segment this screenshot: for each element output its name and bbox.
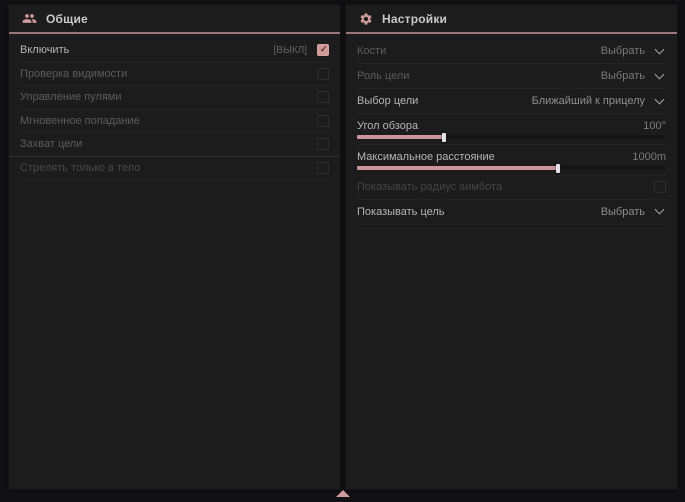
bones-value[interactable]: Выбрать: [601, 45, 645, 57]
target-select-value[interactable]: Ближайший к прицелу: [532, 95, 645, 107]
panel-general-header[interactable]: Общие: [9, 5, 340, 32]
row-instant-hit[interactable]: Мгновенное попадание: [20, 110, 329, 134]
panel-general-title: Общие: [46, 12, 88, 26]
settings-rows: Кости Выбрать Роль цели Выбрать Выбор це…: [346, 34, 677, 225]
row-body-label: Стрелять только в тело: [20, 162, 317, 174]
show-target-value[interactable]: Выбрать: [601, 206, 645, 218]
fov-label: Угол обзора: [357, 120, 643, 132]
bullet-checkbox[interactable]: [317, 91, 329, 103]
max-distance-slider-handle[interactable]: [556, 164, 560, 173]
row-fov-slider: Угол обзора 100°: [357, 114, 666, 145]
bones-label: Кости: [357, 45, 601, 57]
panel-settings-header[interactable]: Настройки: [346, 5, 677, 32]
row-target-select-dropdown[interactable]: Выбор цели Ближайший к прицелу: [357, 89, 666, 114]
target-select-label: Выбор цели: [357, 95, 532, 107]
fov-slider-fill: [357, 135, 444, 139]
lock-checkbox[interactable]: [317, 138, 329, 150]
max-distance-slider[interactable]: [357, 166, 666, 170]
keybind-tag[interactable]: [ВЫКЛ]: [274, 45, 307, 56]
chevron-down-icon: [655, 69, 665, 79]
chevron-down-icon: [655, 94, 665, 104]
row-max-distance-slider: Максимальное расстояние 1000m: [357, 145, 666, 176]
row-bullet-label: Управление пулями: [20, 91, 317, 103]
body-checkbox[interactable]: [317, 162, 329, 174]
general-rows: Включить [ВЫКЛ] Проверка видимости Управ…: [9, 34, 340, 180]
show-target-label: Показывать цель: [357, 206, 601, 218]
row-aimbot-radius[interactable]: Показывать радиус аимбота: [357, 176, 666, 200]
aimbot-radius-label: Показывать радиус аимбота: [357, 181, 654, 193]
row-target-role-dropdown[interactable]: Роль цели Выбрать: [357, 64, 666, 89]
scroll-up-indicator[interactable]: [336, 490, 350, 497]
row-enable-label: Включить: [20, 44, 274, 56]
row-lock-label: Захват цели: [20, 138, 317, 150]
mod-menu-overlay: Общие Включить [ВЫКЛ] Проверка видимости…: [0, 0, 685, 502]
max-distance-label: Максимальное расстояние: [357, 151, 632, 163]
row-visibility-check[interactable]: Проверка видимости: [20, 63, 329, 87]
fov-slider-handle[interactable]: [442, 133, 446, 142]
max-distance-slider-fill: [357, 166, 558, 170]
row-enable[interactable]: Включить [ВЫКЛ]: [20, 39, 329, 63]
row-instant-label: Мгновенное попадание: [20, 115, 317, 127]
row-bones-dropdown[interactable]: Кости Выбрать: [357, 39, 666, 64]
row-visibility-label: Проверка видимости: [20, 68, 317, 80]
row-target-lock[interactable]: Захват цели: [9, 133, 340, 157]
chevron-down-icon: [655, 44, 665, 54]
target-role-value[interactable]: Выбрать: [601, 70, 645, 82]
aimbot-radius-checkbox[interactable]: [654, 181, 666, 193]
target-role-label: Роль цели: [357, 70, 601, 82]
users-icon: [22, 11, 37, 26]
panel-settings: Настройки Кости Выбрать Роль цели Выбрат…: [345, 4, 678, 490]
panel-settings-title: Настройки: [382, 12, 447, 26]
panel-general: Общие Включить [ВЫКЛ] Проверка видимости…: [8, 4, 341, 490]
fov-slider[interactable]: [357, 135, 666, 139]
row-show-target-dropdown[interactable]: Показывать цель Выбрать: [357, 200, 666, 225]
instant-checkbox[interactable]: [317, 115, 329, 127]
max-distance-value: 1000m: [632, 151, 666, 163]
row-body-only[interactable]: Стрелять только в тело: [20, 157, 329, 181]
row-bullet-control[interactable]: Управление пулями: [20, 86, 329, 110]
gear-icon: [359, 12, 373, 26]
enable-checkbox[interactable]: [317, 44, 329, 56]
visibility-checkbox[interactable]: [317, 68, 329, 80]
fov-value: 100°: [643, 120, 666, 132]
chevron-down-icon: [655, 205, 665, 215]
